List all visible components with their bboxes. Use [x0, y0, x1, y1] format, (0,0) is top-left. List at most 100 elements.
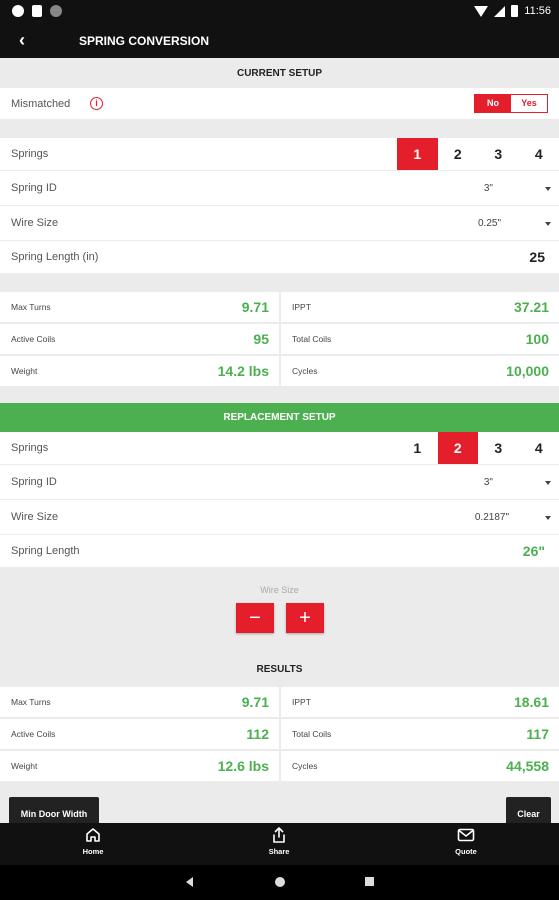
ippt-value: 18.61 [513, 694, 549, 710]
max-turns-label: Max Turns [11, 302, 51, 312]
total-coils-value: 100 [525, 331, 549, 347]
nav-share[interactable]: Share [249, 827, 309, 856]
clock: 11:56 [524, 5, 551, 17]
current-spring-length-value[interactable]: 25 [529, 249, 545, 265]
nav-quote[interactable]: Quote [436, 827, 496, 856]
results-header: RESULTS [256, 664, 303, 675]
nav-home[interactable]: Home [63, 827, 123, 856]
ippt-value: 37.21 [513, 299, 549, 315]
back-arrow-icon[interactable]: ‹ [12, 30, 32, 51]
cycles-value: 10,000 [506, 363, 549, 379]
current-wire-size-dropdown[interactable]: 0.25" [478, 218, 551, 229]
mismatched-yes-button[interactable]: Yes [511, 95, 547, 112]
replacement-wire-size-value: 0.2187" [474, 512, 509, 523]
dropdown-caret-icon [545, 480, 551, 485]
app-bar: ‹ SPRING CONVERSION [0, 24, 559, 58]
current-spring-option-4[interactable]: 4 [519, 138, 559, 170]
current-ippt-cell: IPPT 37.21 [281, 292, 559, 322]
results-total-coils-cell: Total Coils 117 [281, 719, 559, 749]
total-coils-label: Total Coils [292, 729, 332, 739]
mismatched-no-button[interactable]: No [475, 95, 511, 112]
wire-size-label: Wire Size [11, 511, 59, 523]
mismatched-toggle: No Yes [474, 94, 548, 113]
ippt-label: IPPT [292, 302, 311, 312]
active-coils-label: Active Coils [11, 334, 56, 344]
current-spring-option-3[interactable]: 3 [478, 138, 519, 170]
replacement-spring-id-value: 3" [483, 477, 493, 488]
current-wire-size-row[interactable]: Wire Size 0.25" [0, 206, 559, 240]
active-coils-value: 112 [246, 726, 269, 742]
weight-value: 12.6 lbs [217, 758, 269, 774]
signal-icon [494, 5, 506, 17]
total-coils-value: 117 [526, 726, 549, 742]
current-spring-id-dropdown[interactable]: 3" [484, 183, 551, 194]
springs-label: Springs [11, 148, 49, 160]
weight-value: 14.2 lbs [217, 363, 269, 379]
home-icon [86, 828, 100, 842]
system-home-icon[interactable] [275, 877, 285, 887]
current-spring-length-row[interactable]: Spring Length (in) 25 [0, 241, 559, 273]
nav-quote-label: Quote [455, 847, 477, 856]
spring-length-label: Spring Length [11, 545, 80, 557]
spring-id-label: Spring ID [11, 476, 57, 488]
status-bar: 11:56 [0, 0, 559, 24]
notification-icon [12, 5, 24, 17]
replacement-spring-option-3[interactable]: 3 [478, 432, 519, 464]
page-title: SPRING CONVERSION [79, 34, 210, 48]
sync-icon [50, 5, 62, 17]
max-turns-value: 9.71 [241, 694, 269, 710]
info-icon[interactable]: i [90, 97, 103, 110]
increase-wire-size-button[interactable]: + [286, 603, 324, 633]
results-active-coils-cell: Active Coils 112 [0, 719, 279, 749]
replacement-spring-option-1[interactable]: 1 [397, 432, 438, 464]
total-coils-label: Total Coils [292, 334, 332, 344]
replacement-wire-size-dropdown[interactable]: 0.2187" [475, 512, 551, 523]
cycles-value: 44,558 [506, 758, 549, 774]
replacement-spring-option-2[interactable]: 2 [437, 432, 478, 464]
dropdown-caret-icon [545, 515, 551, 520]
current-spring-id-row[interactable]: Spring ID 3" [0, 171, 559, 205]
current-active-coils-cell: Active Coils 95 [0, 324, 279, 354]
replacement-spring-id-row[interactable]: Spring ID 3" [0, 465, 559, 499]
ippt-label: IPPT [292, 697, 311, 707]
active-coils-label: Active Coils [11, 729, 56, 739]
current-setup-header: CURRENT SETUP [236, 68, 322, 79]
max-turns-label: Max Turns [11, 697, 51, 707]
battery-icon [511, 5, 519, 17]
wire-size-control-label: Wire Size [260, 585, 299, 595]
current-springs-selector: 1 2 3 4 [397, 138, 559, 170]
current-total-coils-cell: Total Coils 100 [281, 324, 559, 354]
max-turns-value: 9.71 [241, 299, 269, 315]
system-recents-icon[interactable] [365, 877, 374, 886]
dropdown-caret-icon [545, 186, 551, 191]
system-back-icon[interactable] [186, 877, 193, 887]
replacement-wire-size-row[interactable]: Wire Size 0.2187" [0, 500, 559, 534]
current-spring-option-1[interactable]: 1 [397, 138, 438, 170]
nav-home-label: Home [82, 847, 104, 856]
replacement-springs-row: Springs 1 2 3 4 [0, 432, 559, 464]
replacement-spring-option-4[interactable]: 4 [519, 432, 559, 464]
replacement-spring-id-dropdown[interactable]: 3" [484, 477, 551, 488]
current-cycles-cell: Cycles 10,000 [281, 356, 559, 386]
spring-id-label: Spring ID [11, 182, 57, 194]
wire-size-label: Wire Size [11, 217, 59, 229]
share-icon [273, 827, 285, 843]
springs-label: Springs [11, 442, 49, 454]
replacement-spring-length-value[interactable]: 26" [523, 543, 545, 559]
bottom-nav: Home Share Quote [0, 823, 559, 865]
current-spring-option-2[interactable]: 2 [438, 138, 479, 170]
active-coils-value: 95 [253, 331, 269, 347]
cycles-label: Cycles [292, 761, 318, 771]
current-weight-cell: Weight 14.2 lbs [0, 356, 279, 386]
sd-card-icon [32, 5, 42, 17]
current-springs-row: Springs 1 2 3 4 [0, 138, 559, 170]
current-max-turns-cell: Max Turns 9.71 [0, 292, 279, 322]
weight-label: Weight [11, 761, 38, 771]
wifi-icon [474, 5, 489, 17]
replacement-springs-selector: 1 2 3 4 [397, 432, 559, 464]
replacement-spring-length-row[interactable]: Spring Length 26" [0, 535, 559, 567]
dropdown-caret-icon [545, 221, 551, 226]
mismatched-label: Mismatched [11, 98, 71, 110]
results-cycles-cell: Cycles 44,558 [281, 751, 559, 781]
decrease-wire-size-button[interactable]: − [236, 603, 274, 633]
